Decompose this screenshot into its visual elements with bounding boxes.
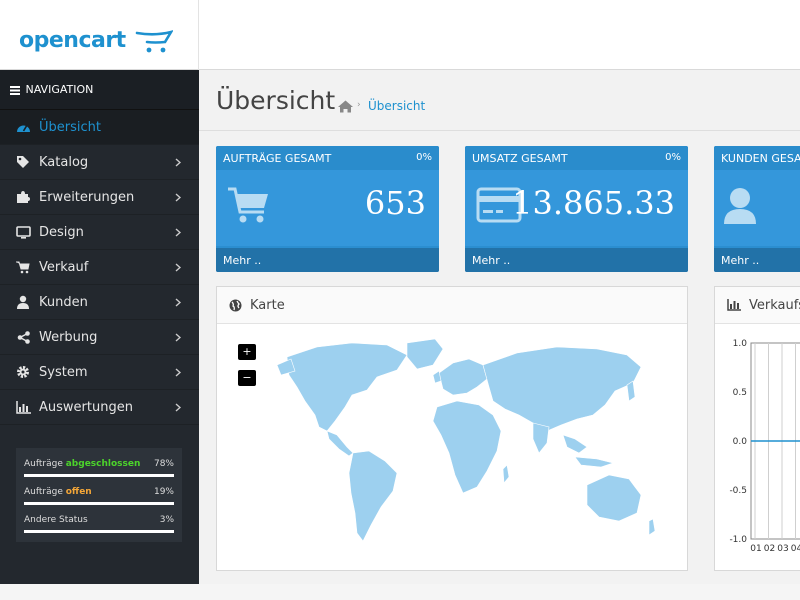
footer-strip [0,584,800,600]
share-icon [15,329,31,345]
bar-chart-icon [727,299,741,311]
chevron-right-icon [171,155,185,169]
globe-icon [229,299,242,312]
sidebar-item-verkauf[interactable]: Verkauf [0,250,199,285]
sidebar-item-label: Design [39,224,84,240]
x-tick-label: 04 [791,544,800,554]
stat-bar [24,530,174,533]
sidebar-item-kunden[interactable]: Kunden [0,285,199,320]
world-map[interactable] [257,335,657,560]
sales-panel-title: Verkaufs [749,297,800,313]
stat-percent: 3% [159,515,174,525]
y-tick-label: -0.5 [729,486,747,496]
tile-heading: KUNDEN GESAM [721,152,800,165]
monitor-icon [15,224,31,240]
x-tick-label: 01 [750,544,761,554]
sidebar-item-design[interactable]: Design [0,215,199,250]
cart-icon [228,187,268,223]
logo-area[interactable]: opencart [0,0,199,70]
x-tick-label: 03 [777,544,788,554]
stat-percent: 19% [153,487,174,497]
y-tick-label: 0.5 [733,388,747,398]
stat-bar [24,502,174,505]
logo-cart-icon [135,30,173,53]
navigation-title: NAVIGATION [25,83,94,96]
stat-row-completed: Aufträge abgeschlossen 78% [24,456,174,484]
map-zoom-out-button[interactable]: − [238,370,256,386]
tile-percent: 0% [416,152,432,163]
sidebar-item-label: Erweiterungen [39,189,135,205]
user-icon [724,188,756,224]
stat-highlight: abgeschlossen [65,459,141,469]
sidebar-item-label: Übersicht [39,119,101,135]
shopping-cart-icon [15,259,31,275]
y-tick-label: 1.0 [733,339,748,349]
tile-value: 13.865.33 [512,184,675,222]
sidebar-item-label: Kunden [39,294,88,310]
sidebar-item-label: Verkauf [39,259,89,275]
divider [199,130,800,131]
x-tick-label: 02 [764,544,775,554]
stat-bar [24,474,174,477]
sidebar-item-uebersicht[interactable]: Übersicht [0,110,199,145]
map-panel: Karte + − [216,286,688,571]
map-panel-title: Karte [250,297,285,313]
stat-row-other: Andere Status 3% [24,512,174,540]
chevron-right-icon [171,400,185,414]
dashboard-icon [15,119,31,135]
home-icon[interactable] [338,100,353,113]
sidebar-item-erweiterungen[interactable]: Erweiterungen [0,180,199,215]
breadcrumb-separator: › [357,100,361,110]
page-title: Übersicht [216,86,336,115]
tags-icon [15,154,31,170]
sales-line-chart: 1.0 0.5 0.0 -0.5 -1.001 02 03 04 [729,339,800,554]
chevron-right-icon [171,260,185,274]
breadcrumb-link[interactable]: Übersicht [368,99,425,113]
stat-highlight: offen [65,487,92,497]
y-tick-label: -1.0 [729,535,747,545]
tile-heading: UMSATZ GESAMT [472,152,568,165]
tile-value: 653 [364,184,426,222]
chevron-right-icon [171,295,185,309]
chevron-right-icon [171,330,185,344]
tile-more-link[interactable]: Mehr .. [216,248,439,272]
puzzle-icon [15,189,31,205]
y-tick-label: 0.0 [733,437,748,447]
menu-icon[interactable] [10,85,20,95]
stat-percent: 78% [153,459,174,469]
chevron-right-icon [171,225,185,239]
top-header: opencart [0,0,800,70]
chevron-right-icon [171,365,185,379]
stat-row-open: Aufträge offen 19% [24,484,174,512]
stat-label: Andere Status [24,515,88,525]
bar-chart-icon [15,399,31,415]
tile-percent: 0% [665,152,681,163]
tile-revenue-total: UMSATZ GESAMT 0% 13.865.33 Mehr .. [465,146,688,272]
tile-heading: AUFTRÄGE GESAMT [223,152,332,165]
chevron-right-icon [171,190,185,204]
sidebar-item-system[interactable]: System [0,355,199,390]
sidebar-item-label: Katalog [39,154,89,170]
sidebar: NAVIGATION Übersicht Katalog Erweiterung… [0,70,199,584]
tile-more-link[interactable]: Mehr .. [714,248,800,272]
sidebar-item-werbung[interactable]: Werbung [0,320,199,355]
sales-chart-panel: Verkaufs 1.0 0.5 0.0 -0.5 -1.0 01 02 03 04 [714,286,800,571]
order-status-stats: Aufträge abgeschlossen 78% Aufträge offe… [16,448,182,542]
navigation-header[interactable]: NAVIGATION [0,70,199,110]
tile-customers-total: KUNDEN GESAM Mehr .. [714,146,800,272]
map-zoom-in-button[interactable]: + [238,344,256,360]
sidebar-item-label: Auswertungen [39,399,133,415]
user-icon [15,294,31,310]
tile-more-link[interactable]: Mehr .. [465,248,688,272]
sidebar-item-label: System [39,364,88,380]
logo-text[interactable]: opencart [19,28,126,53]
tile-orders-total: AUFTRÄGE GESAMT 0% 653 Mehr .. [216,146,439,272]
sidebar-item-auswertungen[interactable]: Auswertungen [0,390,199,425]
cog-icon [15,364,31,380]
sidebar-item-katalog[interactable]: Katalog [0,145,199,180]
sidebar-item-label: Werbung [39,329,98,345]
